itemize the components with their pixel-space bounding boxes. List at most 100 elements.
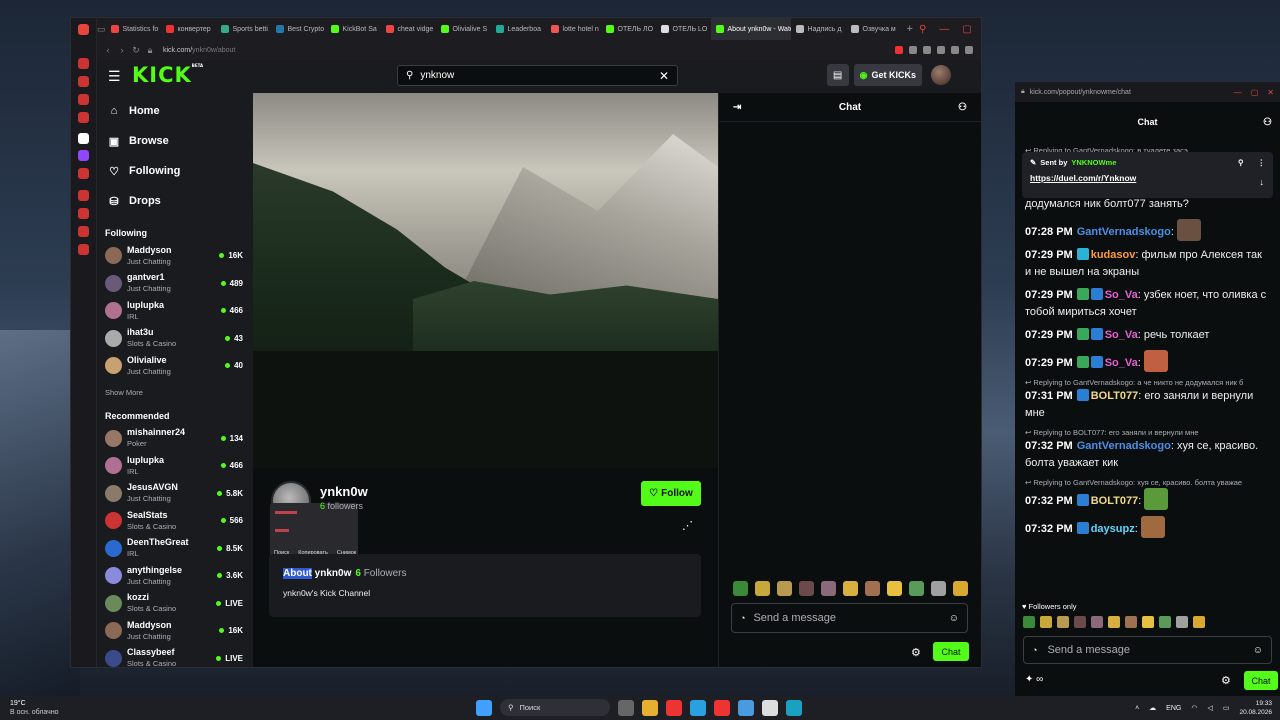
- message-username[interactable]: GantVernadskogo: [1077, 226, 1171, 238]
- hamburger-icon[interactable]: ☰: [108, 68, 121, 85]
- channel-row[interactable]: gantver1 Just Chatting 489: [97, 270, 253, 298]
- url-field[interactable]: kick.com/ynkn0w/about: [163, 47, 235, 54]
- sidebar-app-icon[interactable]: [78, 133, 89, 144]
- chat-send-button[interactable]: Chat: [933, 642, 969, 661]
- maximize-icon[interactable]: ▢: [962, 24, 971, 35]
- emote-icon[interactable]: [755, 581, 770, 596]
- emote-icon[interactable]: [931, 581, 946, 596]
- nav-item-following[interactable]: ♡ Following: [97, 156, 253, 186]
- browser-tab[interactable]: cheat vidge: [381, 18, 436, 40]
- opera-logo-icon[interactable]: [78, 24, 89, 35]
- emote-icon[interactable]: [1091, 616, 1103, 628]
- minimize-icon[interactable]: —: [1234, 88, 1242, 97]
- message-username[interactable]: BOLT077: [1091, 390, 1138, 402]
- users-icon[interactable]: ⚇: [1263, 117, 1272, 128]
- opera-icon[interactable]: [714, 699, 730, 716]
- browser-tab[interactable]: Надпись д: [791, 18, 846, 40]
- emote-icon[interactable]: [1125, 616, 1137, 628]
- nav-item-home[interactable]: ⌂ Home: [97, 96, 253, 126]
- steam-icon[interactable]: [738, 699, 754, 716]
- emote-icon[interactable]: [1193, 616, 1205, 628]
- channel-row[interactable]: anythingelse Just Chatting 3.6K: [97, 562, 253, 590]
- sidebar-app-icon[interactable]: [78, 226, 89, 237]
- browser-tab[interactable]: Leaderboa: [491, 18, 546, 40]
- volume-icon[interactable]: ◁: [1207, 704, 1212, 712]
- maximize-icon[interactable]: ▢: [1251, 88, 1259, 97]
- tray-icon[interactable]: ☁: [1149, 704, 1156, 712]
- emote-icon[interactable]: [1142, 616, 1154, 628]
- emote-icon[interactable]: [1159, 616, 1171, 628]
- message-username[interactable]: GantVernadskogo: [1077, 440, 1171, 452]
- emote-icon[interactable]: [1040, 616, 1052, 628]
- telegram-icon[interactable]: [690, 699, 706, 716]
- pinned-user[interactable]: YNKNOWme: [1071, 158, 1116, 167]
- extension-icon[interactable]: [895, 46, 903, 54]
- channel-row[interactable]: SealStats Slots & Casino 566: [97, 507, 253, 535]
- tab-active[interactable]: About ynkn0w - Watc: [710, 18, 791, 40]
- search-input[interactable]: ⚲ ynknow ✕: [397, 65, 678, 86]
- browser-tab[interactable]: ОТЕЛЬ ЛО: [601, 18, 656, 40]
- share-icon[interactable]: ⋰: [682, 519, 693, 532]
- emote-icon[interactable]: [953, 581, 968, 596]
- sidebar-app-icon[interactable]: [78, 190, 89, 201]
- back-icon[interactable]: ‹: [101, 45, 115, 55]
- emote-icon[interactable]: [1176, 616, 1188, 628]
- emote-icon[interactable]: [1108, 616, 1120, 628]
- explorer-icon[interactable]: [642, 699, 658, 716]
- taskbar-search[interactable]: ⚲ Поиск: [500, 699, 610, 716]
- message-username[interactable]: BOLT077: [1091, 495, 1138, 507]
- message-username[interactable]: daysupz: [1091, 523, 1135, 535]
- new-tab-icon[interactable]: +: [901, 23, 919, 35]
- unpin-icon[interactable]: ⚲: [1238, 158, 1244, 167]
- nav-item-drops[interactable]: ⛁ Drops: [97, 186, 253, 216]
- edge-icon[interactable]: [786, 699, 802, 716]
- channel-row[interactable]: Classybeef Slots & Casino LIVE: [97, 645, 253, 667]
- channel-row[interactable]: DeenTheGreat IRL 8.5K: [97, 535, 253, 563]
- emote-icon[interactable]: [821, 581, 836, 596]
- sidebar-app-icon[interactable]: [78, 76, 89, 87]
- close-icon[interactable]: ✕: [659, 69, 669, 83]
- emote-icon[interactable]: [799, 581, 814, 596]
- channel-row[interactable]: Maddyson Just Chatting 16K: [97, 242, 253, 270]
- clock[interactable]: 19:33 20.08.2026: [1239, 699, 1272, 717]
- extension-icon[interactable]: [923, 46, 931, 54]
- chevron-down-icon[interactable]: ↓: [1260, 177, 1265, 187]
- message-username[interactable]: kudasov: [1091, 249, 1136, 261]
- emote-icon[interactable]: [887, 581, 902, 596]
- more-icon[interactable]: ⋮: [1258, 158, 1266, 167]
- avatar[interactable]: [931, 65, 951, 85]
- pinned-link[interactable]: https://duel.com/r/Ynknow: [1030, 173, 1265, 183]
- channel-row[interactable]: ihat3u Slots & Casino 43: [97, 325, 253, 353]
- users-icon[interactable]: ⚇: [958, 102, 967, 113]
- settings-icon[interactable]: [78, 244, 89, 255]
- emote-icon[interactable]: [1074, 616, 1086, 628]
- collapse-chat-icon[interactable]: ⇥: [733, 102, 741, 113]
- sidebar-app-icon[interactable]: [78, 94, 89, 105]
- wifi-icon[interactable]: ◠: [1191, 704, 1197, 712]
- follow-button[interactable]: ♡ Follow: [641, 481, 701, 506]
- battery-icon[interactable]: ▭: [1223, 704, 1230, 712]
- emote-icon[interactable]: [865, 581, 880, 596]
- emote-icon[interactable]: [733, 581, 748, 596]
- emote-icon[interactable]: [1023, 616, 1035, 628]
- weather-widget[interactable]: 19°C В осн. облачно: [10, 699, 59, 717]
- browser-tab[interactable]: Озвучка м: [846, 18, 901, 40]
- sidebar-app-icon[interactable]: [78, 112, 89, 123]
- emote-icon[interactable]: [1057, 616, 1069, 628]
- channel-row[interactable]: luplupka IRL 466: [97, 452, 253, 480]
- download-icon[interactable]: [951, 46, 959, 54]
- emoji-icon[interactable]: ☺: [949, 613, 959, 624]
- kick-logo[interactable]: KICKBETA: [132, 63, 203, 87]
- extension-icon[interactable]: [937, 46, 945, 54]
- chat-tools-icon[interactable]: ✦ ∞: [1025, 674, 1043, 685]
- theater-icon[interactable]: ▤: [826, 64, 849, 86]
- browser-tab[interactable]: Statistics fo: [106, 18, 161, 40]
- tab-menu-icon[interactable]: ▭: [97, 24, 106, 35]
- sidebar-app-icon[interactable]: [78, 208, 89, 219]
- language-indicator[interactable]: ENG: [1166, 705, 1181, 712]
- popout-url[interactable]: kick.com/popout/ynknowme/chat: [1030, 89, 1131, 96]
- browser-tab[interactable]: конвертер: [161, 18, 216, 40]
- nav-item-browse[interactable]: ▣ Browse: [97, 126, 253, 156]
- emoji-icon[interactable]: ☺: [1253, 645, 1263, 656]
- forward-icon[interactable]: ›: [115, 45, 129, 55]
